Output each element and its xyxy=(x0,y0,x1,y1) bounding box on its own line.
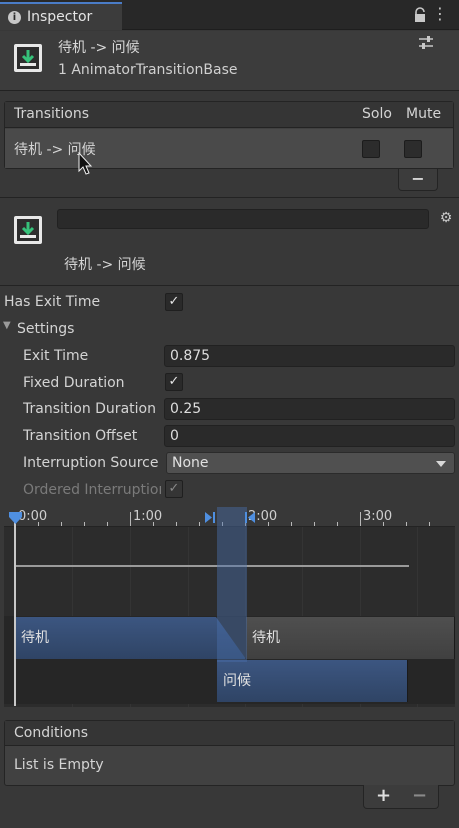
transitions-list-header: Transitions Solo Mute xyxy=(5,102,453,128)
mute-checkbox[interactable] xyxy=(404,140,422,158)
solo-column-label: Solo xyxy=(362,106,392,122)
more-options-icon[interactable]: ⋮ xyxy=(432,5,448,23)
tab-label: Inspector xyxy=(27,9,93,25)
header-subtitle: 1 AnimatorTransitionBase xyxy=(58,62,238,78)
exit-time-input[interactable]: 0.875 xyxy=(164,345,455,367)
transition-duration-label: Transition Duration xyxy=(23,401,156,417)
transition-range[interactable] xyxy=(217,507,247,662)
remove-condition-button[interactable]: − xyxy=(412,785,427,806)
conditions-header-label: Conditions xyxy=(14,725,89,741)
solo-checkbox[interactable] xyxy=(362,140,380,158)
presets-icon[interactable] xyxy=(418,36,434,50)
interruption-source-label: Interruption Source xyxy=(23,455,159,471)
has-exit-time-checkbox[interactable]: ✓ xyxy=(165,293,183,311)
conditions-list-header: Conditions xyxy=(5,721,454,746)
info-icon: i xyxy=(8,10,21,24)
foldout-arrow-icon[interactable]: ▼ xyxy=(3,320,11,331)
transition-offset-input[interactable]: 0 xyxy=(164,425,455,447)
tab-inspector[interactable]: i Inspector xyxy=(0,2,122,30)
add-condition-button[interactable]: + xyxy=(376,785,391,806)
mute-column-label: Mute xyxy=(406,106,442,122)
lock-icon[interactable] xyxy=(412,7,428,23)
exit-time-label: Exit Time xyxy=(23,348,89,364)
source-clip-continued[interactable]: 待机 xyxy=(246,617,455,659)
tick-label: 1:00 xyxy=(133,509,163,524)
transition-start-marker-icon[interactable] xyxy=(204,511,216,524)
transition-row[interactable]: 待机 -> 问候 xyxy=(5,129,453,168)
gear-icon[interactable]: ⚙ xyxy=(438,210,454,226)
conditions-empty-text: List is Empty xyxy=(14,757,104,773)
section-divider xyxy=(0,285,459,286)
fixed-duration-checkbox[interactable]: ✓ xyxy=(165,373,183,391)
transitions-header-label: Transitions xyxy=(14,106,89,122)
transition-offset-label: Transition Offset xyxy=(23,428,138,444)
playhead-marker-icon[interactable] xyxy=(8,511,23,525)
fixed-duration-label: Fixed Duration xyxy=(23,375,125,391)
mouse-cursor-icon xyxy=(78,152,93,175)
transition-icon xyxy=(14,44,42,72)
interruption-source-value: None xyxy=(172,455,209,471)
interruption-source-dropdown[interactable]: None xyxy=(166,452,455,474)
has-exit-time-label: Has Exit Time xyxy=(4,294,101,310)
transition-duration-input[interactable]: 0.25 xyxy=(164,398,455,420)
tick-label: 3:00 xyxy=(363,509,393,524)
settings-foldout[interactable]: Settings xyxy=(17,321,74,337)
playhead[interactable] xyxy=(14,520,16,706)
header-title: 待机 -> 问候 xyxy=(58,40,140,56)
transition-curve xyxy=(15,565,409,567)
ordered-interruption-checkbox: ✓ xyxy=(165,480,183,498)
transition-caption: 待机 -> 问候 xyxy=(64,257,146,273)
chevron-down-icon xyxy=(436,461,446,467)
transition-name-field[interactable] xyxy=(57,209,429,229)
transition-end-marker-icon[interactable] xyxy=(244,511,256,524)
ordered-interruption-label: Ordered Interruption xyxy=(23,482,161,498)
destination-clip[interactable]: 问候 xyxy=(217,660,408,702)
transition-icon xyxy=(14,216,42,244)
remove-transition-button[interactable]: − xyxy=(398,169,438,191)
section-divider xyxy=(0,197,459,198)
conditions-buttons: + − xyxy=(363,785,439,809)
